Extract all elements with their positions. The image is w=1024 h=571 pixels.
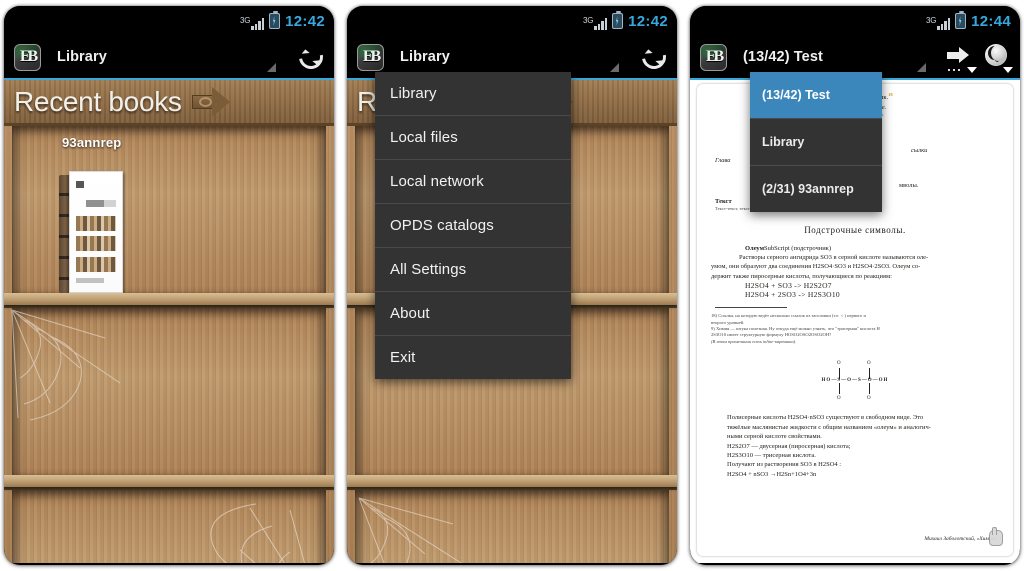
overflow-menu: Library Local files Local network OPDS c…: [375, 72, 571, 379]
refresh-icon[interactable]: [637, 40, 671, 74]
doc-paragraph-line: H2S3O10 — трисерная кислота.: [727, 452, 816, 460]
network-type-label: 3G: [240, 16, 251, 25]
book-title-label: 93annrep: [62, 135, 122, 150]
doc-section-partial: мволы.: [899, 182, 919, 190]
dropdown-item-library[interactable]: Library: [750, 119, 882, 166]
status-clock: 12:42: [628, 12, 668, 30]
network-type-label: 3G: [583, 16, 594, 25]
refresh-icon[interactable]: [294, 40, 328, 74]
dropdown-item-recent-document[interactable]: (2/31) 93annrep: [750, 166, 882, 212]
status-bar: 3G 12:44: [690, 6, 1020, 36]
doc-footnote-ref: 18: [888, 92, 893, 97]
moon-icon[interactable]: [982, 42, 1013, 73]
phone-panel-library-recent: 3G 12:42 EB Library Recent books 93annre…: [4, 6, 334, 565]
recent-documents-dropdown: (13/42) Test Library (2/31) 93annrep: [750, 72, 882, 212]
signal-bars-icon: 3G: [583, 12, 608, 30]
doc-heading: Подстрочные символы.: [804, 224, 906, 235]
doc-signature: Михаил Заболотский, «Химия»: [924, 536, 997, 542]
phone-panel-reader: 3G 12:44 EB (13/42) Test 18 сылки Глава …: [690, 6, 1020, 565]
ebookdroid-logo-icon[interactable]: EB: [700, 43, 727, 71]
doc-right-line: сылки: [911, 147, 928, 155]
shelf-row-2: [4, 308, 334, 490]
doc-paragraph-line: Полисерные кислоты H2SO4·nSO3 существуют…: [727, 414, 924, 422]
goto-page-icon[interactable]: [946, 42, 977, 73]
action-bar-title[interactable]: (13/42) Test: [743, 49, 823, 65]
chem-backbone: HO—S—O—S—O—OH: [821, 378, 889, 384]
battery-charging-icon: [955, 10, 967, 29]
doc-paragraph-line: ными серной кислоте свойствами.: [727, 433, 822, 441]
doc-term-rest: SubScript (подстрочник): [764, 244, 831, 252]
chemical-structure-diagram: O O HO—S—O—S—O—OH O O: [807, 361, 903, 401]
logo-text: EB: [705, 48, 724, 65]
battery-charging-icon: [612, 10, 624, 29]
touch-pointer-icon: [989, 527, 1003, 546]
action-bar-title[interactable]: Library: [57, 49, 107, 65]
network-type-label: 3G: [926, 16, 937, 25]
overflow-caret-icon: [267, 63, 276, 72]
action-bar-title[interactable]: Library: [400, 49, 450, 65]
doc-paragraph-line: H2S2O7 — двусерная (пиросерная) кислота;: [727, 442, 851, 450]
screenshot-stage: 3G 12:42 EB Library Recent books 93annre…: [0, 0, 1024, 571]
chem-atom: O: [867, 396, 871, 402]
library-body: Recent books 93annrep: [4, 80, 334, 563]
doc-paragraph-line: Получают из растворения SO3 в H2SO4 :: [727, 461, 842, 469]
shelf-row-3: [4, 490, 334, 563]
shelf-header-recent-books[interactable]: Recent books: [4, 80, 334, 126]
signal-bars-icon: 3G: [240, 12, 265, 30]
doc-paragraph-line: умом, они образуют два соединения H2SO4·…: [711, 263, 921, 271]
battery-charging-icon: [269, 10, 281, 29]
menu-item-library[interactable]: Library: [375, 72, 571, 116]
shelf-row-1: 93annrep: [4, 126, 334, 308]
chem-atom: O: [837, 396, 841, 402]
status-bar: 3G 12:42: [347, 6, 677, 36]
doc-paragraph-line: держит также пиросерные кислоты, получаю…: [711, 272, 892, 280]
menu-item-local-files[interactable]: Local files: [375, 116, 571, 160]
book-thumbnail[interactable]: [59, 171, 123, 293]
signal-bars-icon: 3G: [926, 12, 951, 30]
shelf-title: Recent books: [14, 85, 182, 117]
doc-term: Олеум: [745, 244, 765, 252]
dropdown-item-current-document[interactable]: (13/42) Test: [750, 72, 882, 119]
chem-atom: O: [867, 361, 871, 367]
doc-paragraph-line: Растворы серного ангидрида SO3 в серной …: [739, 253, 929, 261]
status-clock: 12:44: [971, 12, 1011, 30]
status-bar: 3G 12:42: [4, 6, 334, 36]
logo-text: EB: [362, 48, 381, 65]
menu-item-local-network[interactable]: Local network: [375, 160, 571, 204]
doc-term-line: ОлеумSubScript (подстрочник): [745, 244, 999, 253]
overflow-caret-icon: [610, 63, 619, 72]
arrow-right-icon[interactable]: [191, 86, 234, 117]
shelf-row-3: [347, 490, 677, 563]
ebookdroid-logo-icon[interactable]: EB: [14, 43, 41, 71]
logo-text: EB: [19, 48, 38, 65]
menu-item-all-settings[interactable]: All Settings: [375, 248, 571, 292]
action-bar: EB Library: [4, 36, 334, 80]
doc-formula: H2SO4 + 2SO3 -> H2S3O10: [745, 290, 840, 300]
chem-atom: O: [837, 361, 841, 367]
ebookdroid-logo-icon[interactable]: EB: [357, 43, 384, 71]
doc-paragraph-line: тяжёлые маслянистые жидкости с общим наз…: [727, 423, 931, 431]
doc-footnote: (В этом примечании есть inline-картинка)…: [711, 338, 797, 344]
doc-formula: H2SO4 + SO3 -> H2S2O7: [745, 281, 832, 291]
menu-item-exit[interactable]: Exit: [375, 336, 571, 379]
doc-paragraph-line: H2SO4 + nSO3 →H2Sn+1O4+3n: [727, 470, 817, 478]
menu-item-about[interactable]: About: [375, 292, 571, 336]
status-clock: 12:42: [285, 12, 325, 30]
menu-item-opds-catalogs[interactable]: OPDS catalogs: [375, 204, 571, 248]
phone-panel-library-menu: 3G 12:42 EB Library Recent book: [347, 6, 677, 565]
overflow-caret-icon: [917, 63, 926, 72]
footnote-divider: [715, 307, 787, 309]
